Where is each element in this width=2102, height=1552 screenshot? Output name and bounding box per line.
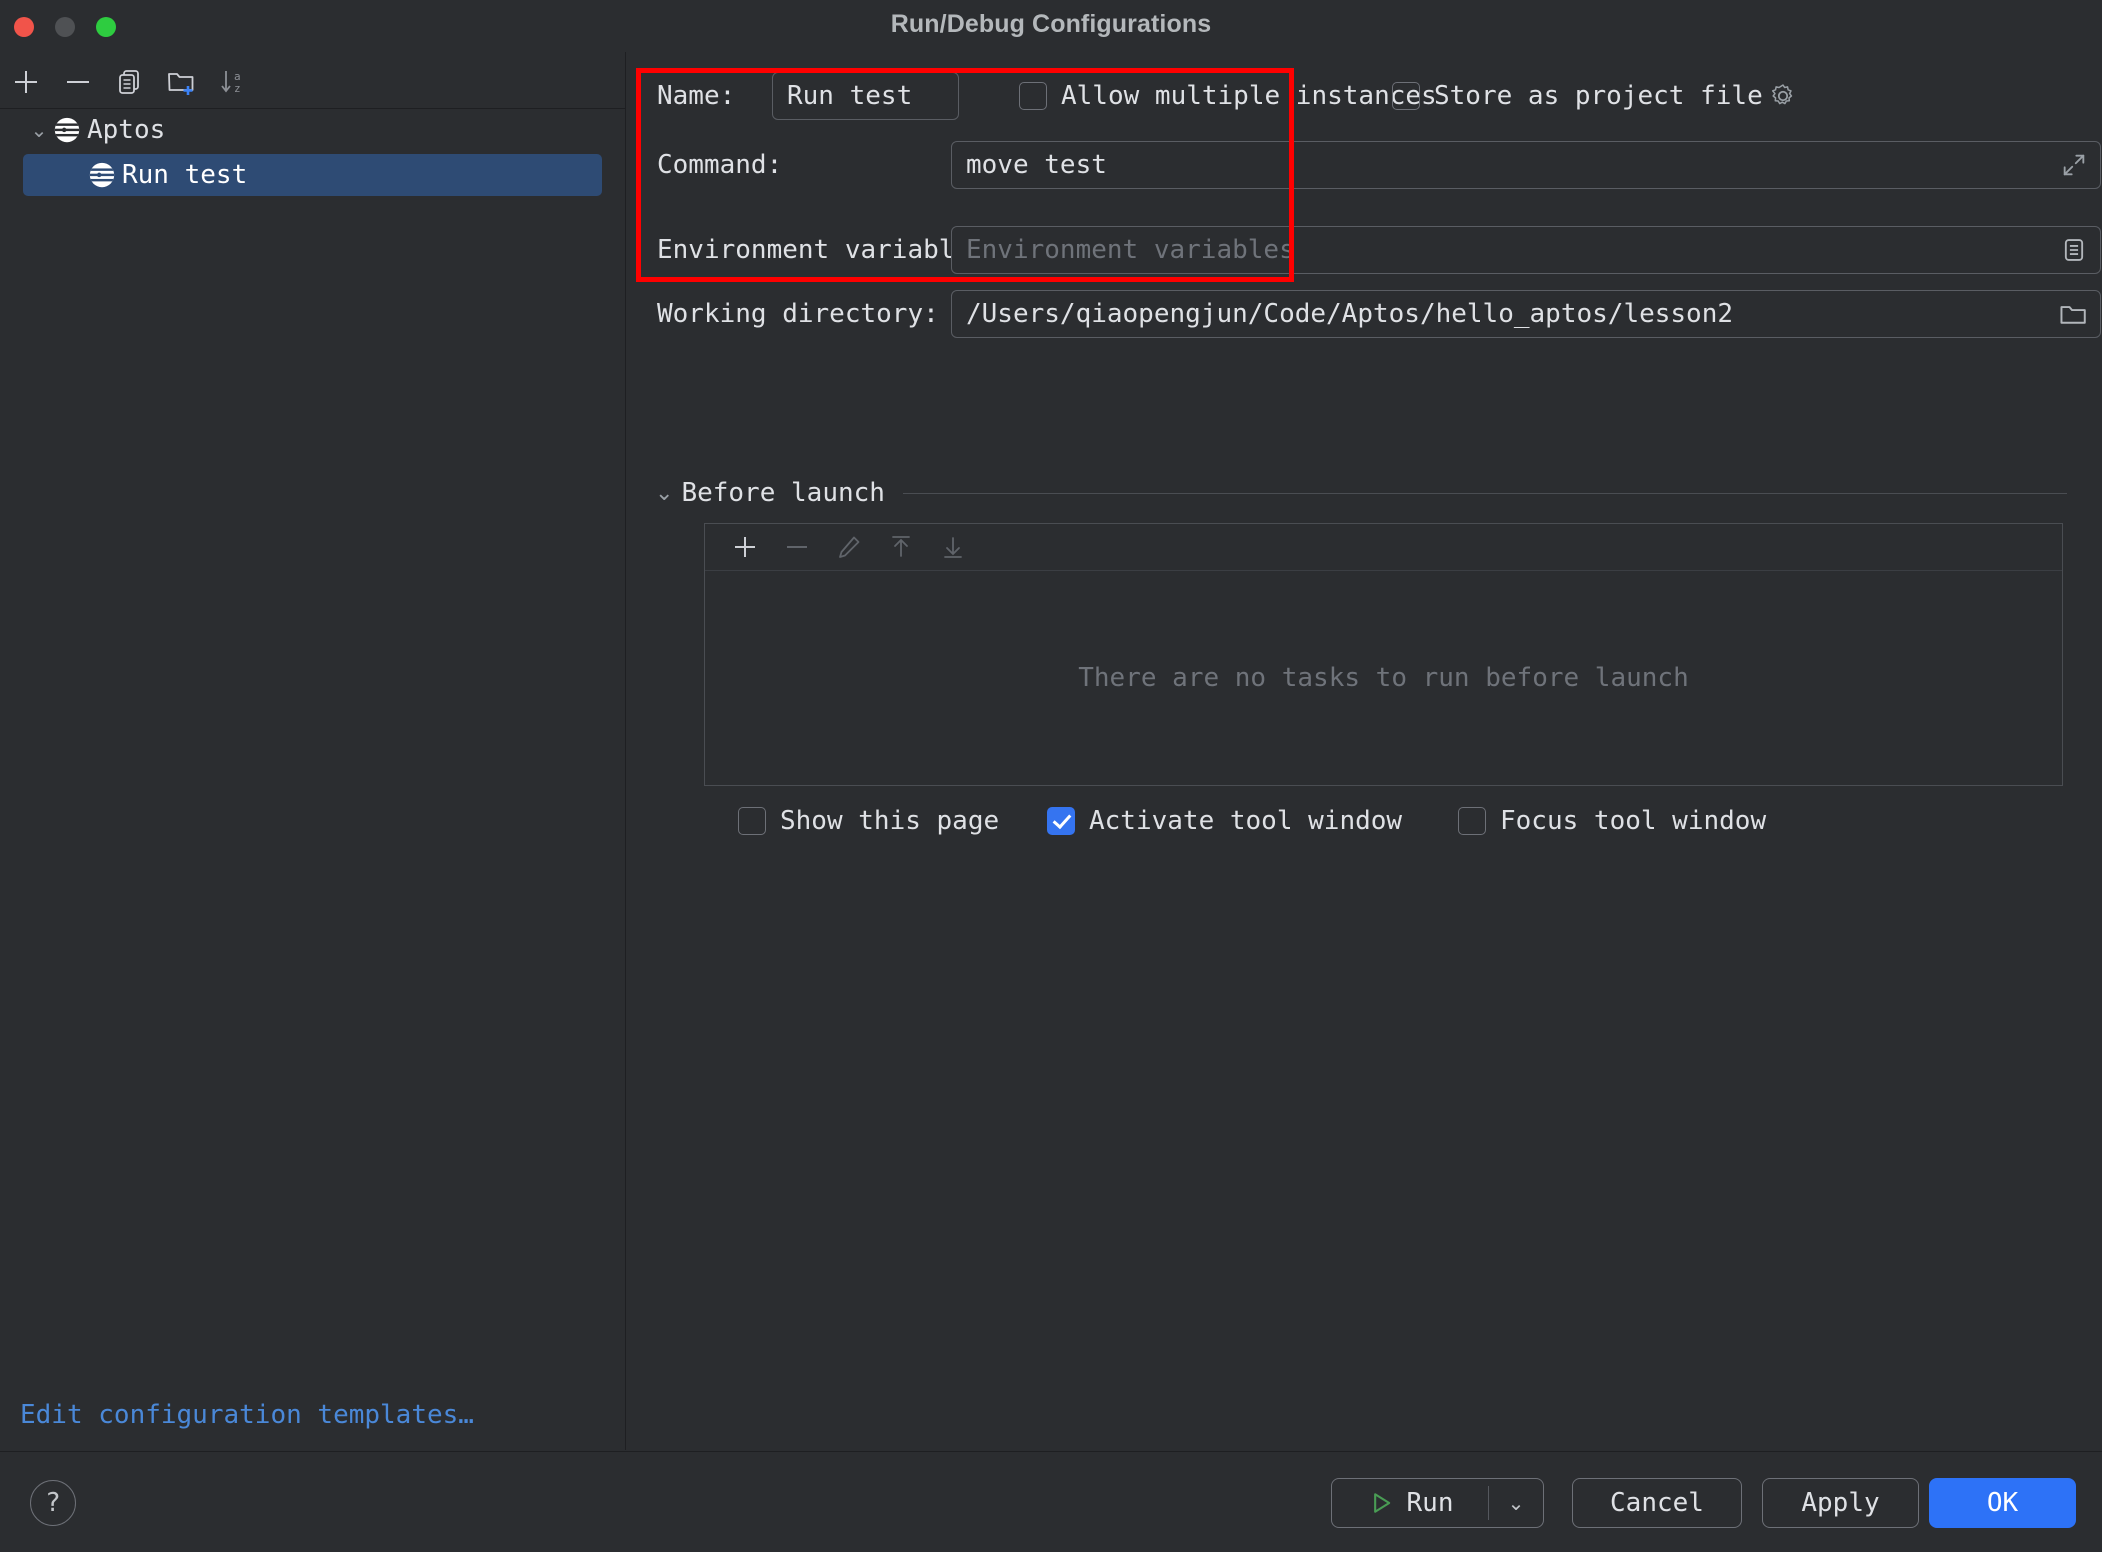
configurations-tree: ⌄ Aptos Run test (0, 108, 625, 196)
gear-icon (1771, 84, 1792, 105)
store-as-project-file-checkbox-row[interactable]: Store as project file (1392, 81, 1797, 111)
sort-configurations-button[interactable]: a z (214, 62, 254, 102)
arrow-down-icon (944, 537, 962, 558)
move-task-down-button (927, 527, 979, 567)
dialog-footer: ? Run ⌄ Cancel Apply OK (0, 1451, 2102, 1552)
environment-variables-label: Environment variables: (657, 235, 1002, 265)
chevron-down-icon[interactable]: ⌄ (655, 481, 673, 506)
expand-icon (2063, 154, 2085, 176)
remove-configuration-button[interactable] (58, 62, 98, 102)
tree-item-run-test[interactable]: Run test (23, 154, 602, 196)
before-launch-empty-message: There are no tasks to run before launch (1078, 663, 1689, 693)
ok-button[interactable]: OK (1929, 1478, 2076, 1528)
run-dropdown-button[interactable]: ⌄ (1489, 1479, 1543, 1527)
window-title: Run/Debug Configurations (890, 10, 1212, 38)
command-row: Command: move test (626, 141, 2102, 189)
allow-multiple-instances-checkbox[interactable] (1019, 82, 1047, 110)
activate-tool-window-checkbox-row[interactable]: Activate tool window (1047, 806, 1402, 836)
activate-tool-window-checkbox[interactable] (1047, 807, 1075, 835)
sort-az-icon: a z (221, 70, 241, 95)
before-launch-toolbar (705, 524, 2062, 571)
chevron-down-icon: ⌄ (1507, 1491, 1525, 1515)
command-input[interactable]: move test (951, 141, 2101, 189)
tree-group-aptos[interactable]: ⌄ Aptos (0, 108, 625, 152)
play-icon (1373, 1493, 1390, 1513)
run-button-label: Run (1406, 1488, 1454, 1518)
before-launch-divider (902, 492, 2067, 494)
environment-variables-input[interactable]: Environment variables (951, 226, 2101, 274)
working-directory-row: Working directory: /Users/qiaopengjun/Co… (626, 290, 2102, 338)
cancel-button[interactable]: Cancel (1572, 1478, 1742, 1528)
name-input-value: Run test (787, 81, 913, 111)
show-this-page-checkbox[interactable] (738, 807, 766, 835)
new-folder-button[interactable] (162, 62, 202, 102)
minus-icon (67, 81, 89, 83)
tree-group-label: Aptos (87, 115, 166, 145)
edit-configuration-templates-link[interactable]: Edit configuration templates… (20, 1400, 474, 1430)
focus-tool-window-label: Focus tool window (1500, 806, 1767, 836)
aptos-logo-icon (54, 117, 80, 143)
name-label: Name: (657, 81, 736, 111)
sidebar-toolbar: a z (0, 52, 625, 109)
environment-variables-placeholder: Environment variables (966, 235, 1295, 265)
working-directory-input[interactable]: /Users/qiaopengjun/Code/Aptos/hello_apto… (951, 290, 2101, 338)
move-task-up-button (875, 527, 927, 567)
environment-variables-browse-button[interactable] (2060, 236, 2088, 264)
name-input[interactable]: Run test (772, 72, 959, 120)
allow-multiple-instances-label: Allow multiple instances (1061, 81, 1437, 111)
help-button[interactable]: ? (30, 1480, 76, 1526)
tree-item-label: Run test (122, 160, 248, 190)
activate-tool-window-label: Activate tool window (1089, 806, 1403, 836)
minus-icon (787, 546, 807, 548)
add-task-button[interactable] (719, 527, 771, 567)
plus-icon (735, 537, 755, 557)
before-launch-header[interactable]: ⌄ Before launch (655, 478, 2075, 508)
focus-tool-window-checkbox-row[interactable]: Focus tool window (1458, 806, 1766, 836)
pencil-icon (839, 536, 860, 558)
before-launch-title: Before launch (681, 478, 885, 508)
name-row: Name: Run test Allow multiple instances … (626, 72, 2102, 120)
command-expand-button[interactable] (2060, 151, 2088, 179)
copy-configuration-button[interactable] (110, 62, 150, 102)
configurations-sidebar: a z ⌄ Aptos Run test Edit configuration … (0, 52, 626, 1450)
apply-button[interactable]: Apply (1762, 1478, 1919, 1528)
plus-icon (15, 71, 37, 93)
store-settings-button[interactable] (1769, 82, 1797, 110)
run-debug-configurations-window: Run/Debug Configurations a z ⌄ Aptos Run… (0, 0, 2102, 1552)
add-configuration-button[interactable] (6, 62, 46, 102)
aptos-logo-icon (89, 162, 115, 188)
edit-task-button (823, 527, 875, 567)
copy-icon (119, 70, 139, 94)
list-icon (2064, 239, 2084, 261)
before-launch-tasks-panel: There are no tasks to run before launch (704, 523, 2063, 786)
command-input-value: move test (966, 150, 1107, 180)
command-label: Command: (657, 150, 783, 180)
store-as-project-file-label: Store as project file (1434, 81, 1763, 111)
arrow-up-icon (892, 536, 910, 557)
title-bar: Run/Debug Configurations (0, 0, 2102, 53)
allow-multiple-instances-checkbox-row[interactable]: Allow multiple instances (1019, 81, 1437, 111)
working-directory-browse-button[interactable] (2058, 300, 2088, 328)
show-this-page-label: Show this page (780, 806, 1000, 836)
remove-task-button (771, 527, 823, 567)
svg-text:z: z (234, 82, 241, 95)
run-button[interactable]: Run (1332, 1479, 1488, 1527)
folder-add-icon (168, 73, 194, 95)
working-directory-value: /Users/qiaopengjun/Code/Aptos/hello_apto… (966, 299, 1734, 329)
focus-tool-window-checkbox[interactable] (1458, 807, 1486, 835)
folder-icon (2060, 306, 2086, 324)
environment-variables-row: Environment variables: Environment varia… (626, 226, 2102, 274)
chevron-down-icon[interactable]: ⌄ (26, 118, 52, 142)
working-directory-label: Working directory: (657, 299, 939, 329)
store-as-project-file-checkbox[interactable] (1392, 82, 1420, 110)
show-this-page-checkbox-row[interactable]: Show this page (738, 806, 999, 836)
run-split-button[interactable]: Run ⌄ (1331, 1478, 1544, 1528)
